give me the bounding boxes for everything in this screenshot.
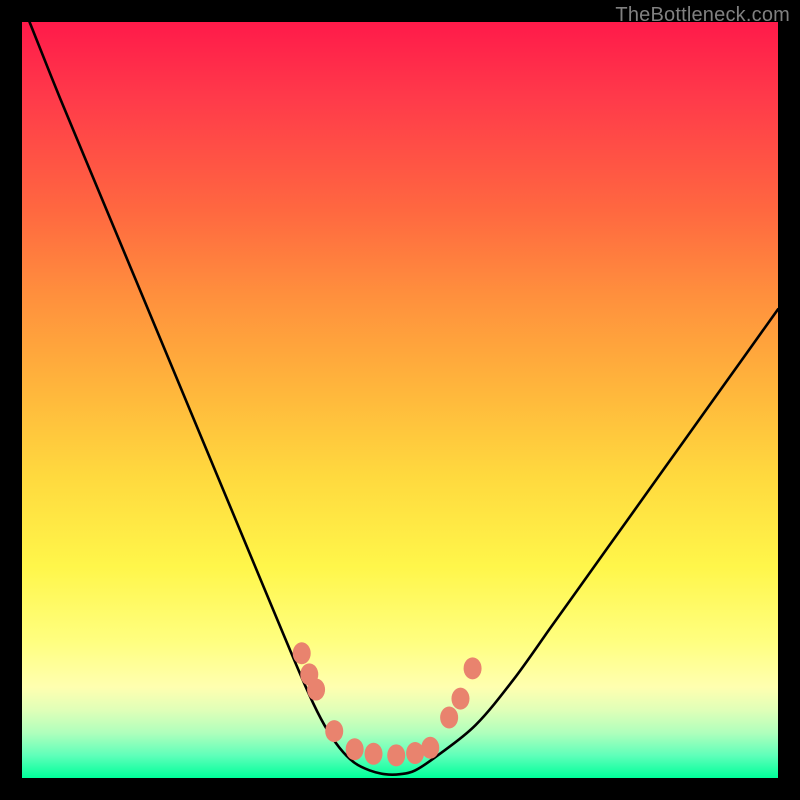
curve-marker [387,744,405,766]
chart-frame: TheBottleneck.com [0,0,800,800]
plot-area [22,22,778,778]
curve-marker [421,737,439,759]
curve-marker [440,707,458,729]
curve-marker [464,657,482,679]
curve-marker [451,688,469,710]
curve-marker [365,743,383,765]
chart-svg [22,22,778,778]
curve-marker [346,738,364,760]
curve-marker [307,679,325,701]
curve-marker [406,742,424,764]
curve-marker [293,642,311,664]
bottleneck-curve [30,22,778,775]
curve-marker [325,720,343,742]
curve-markers [293,642,482,766]
watermark-text: TheBottleneck.com [615,4,790,27]
